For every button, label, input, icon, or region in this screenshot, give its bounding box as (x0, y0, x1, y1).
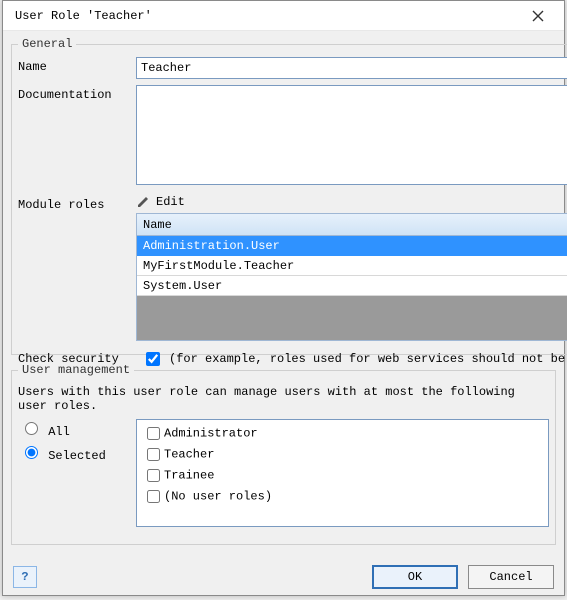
help-button[interactable]: ? (13, 566, 37, 588)
role-checkbox-item[interactable]: Trainee (143, 466, 542, 485)
user-management-radios: All Selected (20, 419, 136, 463)
help-icon: ? (21, 570, 28, 584)
module-role-row[interactable]: System.User (137, 276, 567, 296)
legend-general: General (18, 37, 76, 51)
row-module-roles: Module roles Edit Name Administration.Us… (18, 195, 567, 341)
name-input[interactable] (136, 57, 567, 79)
titlebar: User Role 'Teacher' (3, 1, 564, 31)
row-documentation: Documentation (18, 85, 567, 189)
role-checkbox-item[interactable]: (No user roles) (143, 487, 542, 506)
role-checkbox[interactable] (147, 427, 160, 440)
user-management-intro: Users with this user role can manage use… (18, 385, 549, 413)
role-checkbox[interactable] (147, 448, 160, 461)
group-user-management: User management Users with this user rol… (11, 363, 556, 545)
row-name: Name (18, 57, 567, 79)
pencil-icon (136, 195, 150, 209)
grid-header[interactable]: Name (137, 214, 567, 236)
module-role-row[interactable]: MyFirstModule.Teacher (137, 256, 567, 276)
dialog-window: User Role 'Teacher' General Name Documen… (2, 0, 565, 596)
module-roles-grid[interactable]: Name Administration.User MyFirstModule.T… (136, 213, 567, 341)
role-checkbox[interactable] (147, 490, 160, 503)
role-label: Trainee (164, 469, 214, 483)
documentation-textarea[interactable] (136, 85, 567, 185)
radio-all-text: All (48, 425, 70, 439)
legend-user-management: User management (18, 363, 134, 377)
role-label: Administrator (164, 427, 258, 441)
client-area: General Name Documentation Module roles (3, 31, 564, 595)
radio-selected-label[interactable]: Selected (20, 443, 136, 463)
group-general: General Name Documentation Module roles (11, 37, 567, 355)
module-role-row[interactable]: Administration.User (137, 236, 567, 256)
edit-label: Edit (156, 195, 185, 209)
label-documentation: Documentation (18, 85, 136, 102)
radio-selected-text: Selected (48, 449, 106, 463)
label-name: Name (18, 57, 136, 74)
role-label: (No user roles) (164, 490, 272, 504)
role-checkbox-item[interactable]: Administrator (143, 424, 542, 443)
grid-header-name: Name (143, 218, 172, 232)
radio-selected[interactable] (25, 446, 38, 459)
close-icon (532, 10, 544, 22)
close-button[interactable] (518, 3, 558, 29)
role-checkbox-item[interactable]: Teacher (143, 445, 542, 464)
window-title: User Role 'Teacher' (15, 9, 152, 23)
role-label: Teacher (164, 448, 214, 462)
dialog-footer: ? OK Cancel (3, 559, 564, 595)
label-module-roles: Module roles (18, 195, 136, 212)
selected-roles-listbox[interactable]: Administrator Teacher Trainee (No user r… (136, 419, 549, 527)
role-checkbox[interactable] (147, 469, 160, 482)
ok-button[interactable]: OK (372, 565, 458, 589)
radio-all[interactable] (25, 422, 38, 435)
edit-button[interactable]: Edit (136, 195, 567, 209)
radio-all-label[interactable]: All (20, 419, 136, 439)
cancel-button[interactable]: Cancel (468, 565, 554, 589)
